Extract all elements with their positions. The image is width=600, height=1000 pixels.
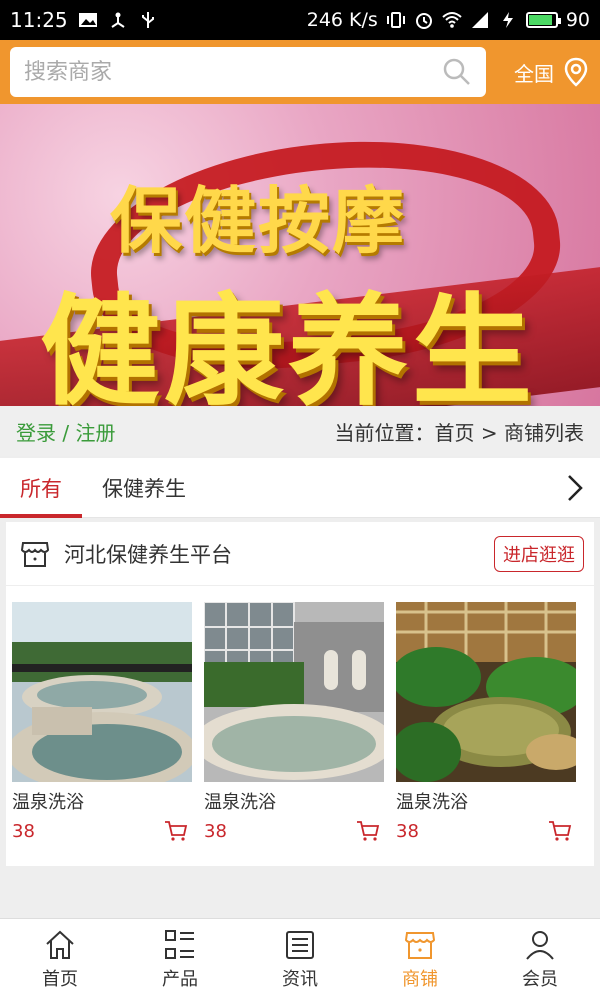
alarm-icon — [415, 13, 432, 29]
nav-products[interactable]: 产品 — [120, 919, 240, 1000]
cart-icon[interactable] — [164, 820, 188, 842]
nav-stores[interactable]: 商铺 — [360, 919, 480, 1000]
nav-news[interactable]: 资讯 — [240, 919, 360, 1000]
product-price: 38 — [204, 820, 227, 842]
promo-banner[interactable]: 保健按摩 健康养生 — [0, 104, 600, 406]
shop-card: 河北保健养生平台 进店逛逛 温泉洗浴 38 温泉洗浴 38 温泉洗浴 38 — [6, 522, 594, 866]
breadcrumb-bar: 登录 / 注册 当前位置：首页 > 商铺列表 — [0, 406, 600, 456]
breadcrumb: 当前位置：首页 > 商铺列表 — [334, 420, 584, 445]
product-name[interactable]: 温泉洗浴 — [204, 788, 384, 814]
product-list: 温泉洗浴 38 温泉洗浴 38 温泉洗浴 38 — [6, 586, 594, 842]
nav-home-label: 首页 — [42, 968, 78, 990]
nav-news-label: 资讯 — [282, 968, 318, 990]
network-speed: 246 K/s — [306, 9, 378, 31]
store-icon — [404, 931, 436, 959]
charging-icon — [502, 12, 513, 28]
tab-all[interactable]: 所有 — [0, 458, 82, 518]
product-image[interactable] — [12, 602, 192, 782]
nav-products-label: 产品 — [162, 968, 198, 990]
header: 全国 — [0, 40, 600, 104]
product-image[interactable] — [396, 602, 576, 782]
user-icon — [526, 930, 554, 960]
status-bar: 11:25 246 K/s 90 — [0, 0, 600, 40]
product-image[interactable] — [204, 602, 384, 782]
status-time: 11:25 — [10, 8, 68, 32]
vibrate-icon — [386, 12, 405, 28]
wifi-icon — [442, 12, 462, 28]
nav-stores-label: 商铺 — [402, 968, 438, 990]
cart-icon[interactable] — [356, 820, 380, 842]
product-price: 38 — [12, 820, 35, 842]
cart-icon[interactable] — [548, 820, 572, 842]
tabs-next-button[interactable] — [550, 473, 600, 503]
banner-subtitle: 健康养生 — [40, 283, 536, 406]
signal-icon — [471, 12, 488, 28]
bottom-nav: 首页 产品 资讯 商铺 会员 — [0, 918, 600, 1000]
nav-member[interactable]: 会员 — [480, 919, 600, 1000]
shop-name[interactable]: 河北保健养生平台 — [64, 539, 232, 569]
region-label: 全国 — [514, 61, 554, 86]
search-box[interactable] — [10, 47, 486, 97]
home-icon — [46, 930, 74, 959]
category-tabs: 所有 保健养生 — [0, 458, 600, 518]
usb-icon — [141, 12, 154, 28]
login-register-link[interactable]: 登录 / 注册 — [16, 417, 115, 446]
usb-tether-icon — [111, 12, 125, 28]
product-price: 38 — [396, 820, 419, 842]
region-selector[interactable]: 全国 — [514, 57, 590, 87]
battery-percent: 90 — [565, 9, 590, 31]
shop-header: 河北保健养生平台 进店逛逛 — [6, 522, 594, 586]
search-input[interactable] — [24, 59, 442, 85]
grid-list-icon — [165, 929, 194, 959]
image-icon — [78, 13, 97, 27]
store-icon — [20, 541, 50, 567]
battery-icon — [525, 12, 561, 28]
news-icon — [286, 930, 314, 959]
product-name[interactable]: 温泉洗浴 — [12, 788, 192, 814]
location-pin-icon — [564, 57, 588, 87]
nav-home[interactable]: 首页 — [0, 919, 120, 1000]
tab-health[interactable]: 保健养生 — [82, 458, 206, 517]
product-card[interactable]: 温泉洗浴 38 — [396, 602, 576, 842]
product-name[interactable]: 温泉洗浴 — [396, 788, 576, 814]
visit-store-button[interactable]: 进店逛逛 — [494, 535, 584, 572]
nav-member-label: 会员 — [522, 968, 558, 990]
chevron-right-icon — [568, 474, 583, 501]
search-icon[interactable] — [442, 57, 472, 87]
banner-title: 保健按摩 — [110, 179, 407, 263]
product-card[interactable]: 温泉洗浴 38 — [204, 602, 384, 842]
product-card[interactable]: 温泉洗浴 38 — [12, 602, 192, 842]
